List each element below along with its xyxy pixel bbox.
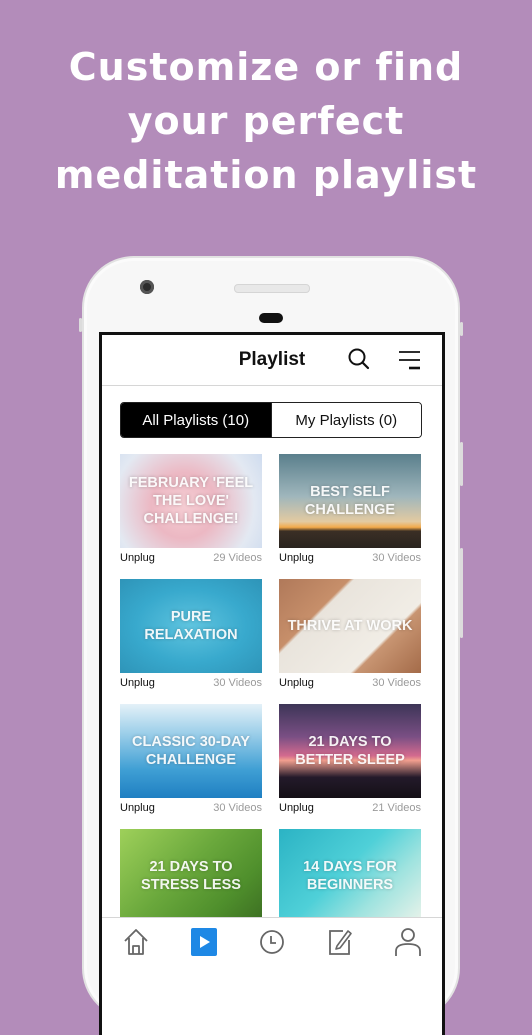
play-icon: [191, 928, 217, 956]
nav-history[interactable]: [257, 926, 287, 956]
headline-line-3: meditation playlist: [54, 153, 478, 197]
proximity-sensor: [259, 313, 283, 323]
playlist-thumbnail: 21 Days to Better Sleep: [279, 704, 421, 798]
bottom-navigation: [102, 917, 442, 986]
app-screen: Playlist All Playlists (10) My Playlists…: [99, 332, 445, 1035]
nav-profile[interactable]: [393, 926, 423, 956]
phone-frame: Playlist All Playlists (10) My Playlists…: [79, 256, 463, 1035]
menu-button[interactable]: [394, 345, 424, 375]
playlist-source: Unplug: [279, 802, 314, 814]
home-icon: [124, 929, 148, 955]
nav-journal[interactable]: [325, 926, 355, 956]
playlist-title: Pure Relaxation: [144, 609, 238, 643]
playlist-thumbnail: 14 Days for Beginners: [279, 829, 421, 923]
playlist-source: Unplug: [120, 552, 155, 564]
earpiece-speaker: [234, 284, 310, 293]
playlist-filter-tabs: All Playlists (10) My Playlists (0): [120, 402, 422, 438]
playlist-video-count: 21 Videos: [372, 802, 421, 814]
playlist-card[interactable]: Best Self Challenge Unplug 30 Videos: [279, 454, 421, 566]
playlist-source: Unplug: [120, 677, 155, 689]
playlist-thumbnail: Thrive at Work: [279, 579, 421, 673]
playlist-title: Best Self Challenge: [304, 484, 396, 518]
playlist-thumbnail: Best Self Challenge: [279, 454, 421, 548]
playlist-card[interactable]: 14 Days for Beginners: [279, 829, 421, 923]
nav-playlist[interactable]: [189, 926, 219, 956]
phone-volume-button: [460, 442, 463, 486]
playlist-card[interactable]: February 'Feel the Love' Challenge! Unpl…: [120, 454, 262, 566]
promo-headline: Customize or find your perfect meditatio…: [0, 40, 532, 202]
app-bar: Playlist: [102, 335, 442, 386]
playlist-card[interactable]: Pure Relaxation Unplug 30 Videos: [120, 579, 262, 691]
edit-icon: [329, 930, 352, 955]
playlist-video-count: 30 Videos: [213, 802, 262, 814]
playlist-video-count: 29 Videos: [213, 552, 262, 564]
playlist-thumbnail: Pure Relaxation: [120, 579, 262, 673]
clock-icon: [260, 930, 284, 954]
search-button[interactable]: [345, 345, 375, 375]
tab-all-playlists[interactable]: All Playlists (10): [121, 403, 271, 437]
headline-line-1: Customize or find: [68, 45, 464, 89]
playlist-thumbnail: 21 Days to Stress Less: [120, 829, 262, 923]
menu-icon: [399, 351, 420, 370]
playlist-source: Unplug: [120, 802, 155, 814]
playlist-grid: February 'Feel the Love' Challenge! Unpl…: [120, 454, 422, 923]
playlist-card[interactable]: 21 Days to Stress Less: [120, 829, 262, 923]
playlist-thumbnail: February 'Feel the Love' Challenge!: [120, 454, 262, 548]
page-title: Playlist: [238, 349, 306, 370]
playlist-thumbnail: Classic 30-Day Challenge: [120, 704, 262, 798]
playlist-video-count: 30 Videos: [372, 677, 421, 689]
phone-power-button: [460, 548, 463, 638]
tab-my-playlists[interactable]: My Playlists (0): [270, 403, 421, 437]
front-camera: [140, 280, 154, 294]
search-icon: [348, 348, 370, 370]
playlist-title: February 'Feel the Love' Challenge!: [128, 475, 254, 527]
playlist-title: 14 Days for Beginners: [303, 859, 397, 893]
playlist-source: Unplug: [279, 552, 314, 564]
phone-side-button: [79, 318, 82, 332]
playlist-video-count: 30 Videos: [372, 552, 421, 564]
playlist-video-count: 30 Videos: [213, 677, 262, 689]
playlist-card[interactable]: 21 Days to Better Sleep Unplug 21 Videos: [279, 704, 421, 816]
phone-side-button: [460, 322, 463, 336]
playlist-card[interactable]: Classic 30-Day Challenge Unplug 30 Videos: [120, 704, 262, 816]
profile-icon: [395, 928, 421, 956]
playlist-source: Unplug: [279, 677, 314, 689]
nav-home[interactable]: [121, 926, 151, 956]
playlist-title: 21 Days to Better Sleep: [295, 734, 405, 768]
playlist-title: Thrive at Work: [287, 618, 413, 634]
playlist-title: 21 Days to Stress Less: [141, 859, 241, 893]
headline-line-2: your perfect: [127, 99, 405, 143]
playlist-title: Classic 30-Day Challenge: [132, 734, 250, 768]
playlist-card[interactable]: Thrive at Work Unplug 30 Videos: [279, 579, 421, 691]
